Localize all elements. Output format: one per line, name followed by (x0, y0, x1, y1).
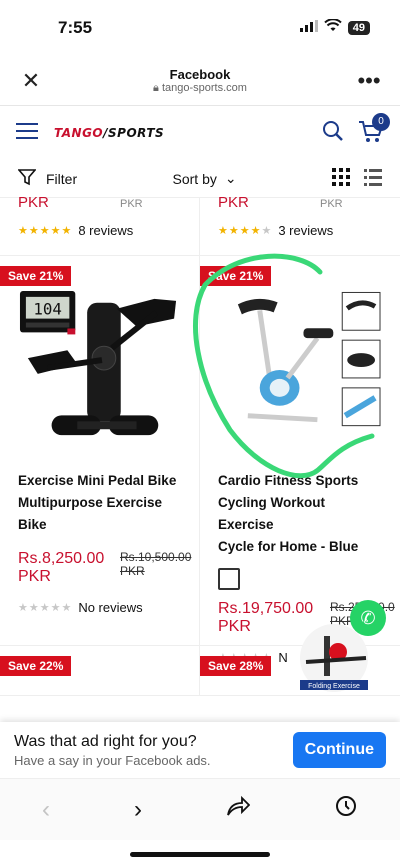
browser-title: Facebook 🔒︎ tango-sports.com (153, 67, 247, 95)
sort-by-dropdown[interactable]: Sort by ⌄ (173, 170, 237, 187)
funnel-icon (17, 168, 37, 189)
ad-subtext: Have a say in your Facebook ads. (14, 752, 211, 768)
cart-count-badge: 0 (372, 112, 390, 131)
discount-badge: Save 22% (0, 656, 72, 676)
product-title[interactable]: Cardio Fitness Sports Cycling Workout Ex… (218, 470, 382, 558)
review-count: 3 reviews (278, 223, 334, 238)
compare-price-value: Rs.10,500.00 (120, 550, 192, 564)
product-card-partial[interactable]: PKR PKR ★★★★★ 8 reviews (0, 194, 200, 256)
logo-text-b: /SPORTS (103, 126, 165, 140)
ad-question: Was that ad right for you? (14, 732, 197, 750)
browser-bar: ✕ Facebook 🔒︎ tango-sports.com ••• (0, 56, 400, 106)
cart-button[interactable]: 0 (358, 112, 390, 148)
history-icon[interactable] (334, 794, 358, 825)
old-price: PKR (120, 198, 143, 210)
product-image-mini-pedal-bike[interactable]: 104 (18, 288, 181, 448)
product-card-partial[interactable]: Save 22% (0, 646, 200, 696)
discount-badge: Save 28% (200, 656, 272, 676)
title-line: Bike (18, 517, 47, 532)
filter-label: Filter (46, 170, 78, 187)
status-bar: 7:55 49 (0, 0, 400, 56)
product-card[interactable]: Save 21% 104 Exercise Mini Pedal Bike Mu… (0, 256, 200, 646)
product-row: Save 21% 104 Exercise Mini Pedal Bike Mu… (0, 256, 400, 665)
product-image-cardio-cycle[interactable] (218, 288, 382, 448)
whatsapp-chat-button[interactable]: ✆ (350, 600, 386, 636)
review-count: 8 reviews (78, 223, 134, 238)
filter-sort-bar: Filter Sort by ⌄ (0, 160, 400, 198)
status-icons: 49 (299, 18, 370, 37)
clock: 7:55 (58, 18, 93, 37)
browser-url: 🔒︎ tango-sports.com (153, 82, 247, 95)
compare-price-unit: PKR (120, 564, 145, 578)
chevron-down-icon: ⌄ (224, 170, 237, 186)
list-view-icon[interactable] (364, 168, 382, 189)
star-rating: ★★★★★ (18, 602, 73, 614)
signal-icon (299, 19, 318, 37)
sort-label: Sort by (172, 170, 217, 187)
color-swatch[interactable] (218, 568, 240, 590)
title-line: Cycling Workout Exercise (218, 495, 326, 532)
back-icon[interactable]: ‹ (42, 796, 50, 824)
close-icon[interactable]: ✕ (16, 66, 46, 96)
site-header: TANGO/SPORTS 0 (0, 106, 400, 160)
forward-icon[interactable]: › (134, 796, 142, 824)
star-rating: ★★★★★ (18, 225, 73, 237)
view-toggle (332, 168, 382, 189)
title-line: Exercise Mini Pedal Bike (18, 473, 177, 488)
url-text: tango-sports.com (161, 81, 247, 94)
site-logo[interactable]: TANGO/SPORTS (54, 126, 164, 140)
product-row-partial: PKR PKR ★★★★★ 8 reviews PKR PKR ★★★★★ 3 … (0, 194, 400, 256)
title-line: Cardio Fitness Sports (218, 473, 359, 488)
product-card-partial[interactable]: PKR PKR ★★★★★ 3 reviews (200, 194, 400, 256)
more-options-icon[interactable]: ••• (354, 66, 384, 96)
price: PKR (18, 194, 49, 211)
browser-nav-bar: ‹ › (0, 778, 400, 840)
star-rating: ★★★★★ (218, 225, 273, 237)
grid-view-icon[interactable] (332, 168, 350, 189)
product-card[interactable]: Save 21% Cardio Fitness Sports Cycling W… (200, 256, 400, 665)
discount-badge: Save 21% (200, 266, 272, 286)
compare-price: Rs.10,500.00 PKR (120, 550, 191, 578)
home-indicator[interactable] (130, 852, 270, 857)
product-title[interactable]: Exercise Mini Pedal Bike Multipurpose Ex… (18, 470, 181, 536)
battery-icon: 49 (347, 21, 370, 35)
filter-button[interactable]: Filter (17, 168, 78, 189)
wifi-icon (324, 18, 342, 37)
whatsapp-icon: ✆ (360, 607, 376, 628)
display-reading: 104 (33, 300, 62, 319)
ad-feedback-banner: Was that ad right for you? Have a say in… (0, 722, 400, 778)
promo-text: Folding Exercise (308, 683, 360, 690)
logo-text-a: TANGO (54, 126, 104, 140)
hamburger-menu-icon[interactable] (16, 122, 38, 145)
lock-icon: 🔒︎ (153, 81, 159, 94)
title-line: Cycle for Home - Blue (218, 539, 359, 554)
review-count: No reviews (78, 600, 143, 615)
discount-badge: Save 21% (0, 266, 72, 286)
browser-page-title: Facebook (169, 66, 231, 82)
price: PKR (218, 194, 249, 211)
share-icon[interactable] (226, 795, 251, 824)
title-line: Multipurpose Exercise (18, 495, 163, 510)
search-icon[interactable] (322, 120, 344, 147)
old-price: PKR (320, 198, 343, 210)
continue-button[interactable]: Continue (292, 732, 386, 768)
cart-icon (358, 120, 384, 147)
